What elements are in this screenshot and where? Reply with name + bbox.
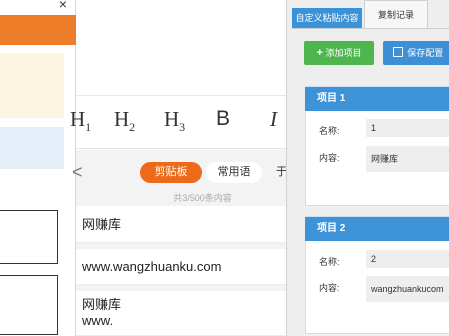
name-label: 名称:	[319, 126, 340, 136]
save-icon	[392, 47, 403, 57]
heading3-button[interactable]: H3	[164, 107, 185, 135]
tab-phrases[interactable]: 常用语	[206, 162, 262, 183]
name-label: 名称:	[319, 257, 340, 267]
list-item-text: www.	[82, 313, 114, 328]
list-item[interactable]: 网赚库 www.	[76, 291, 286, 336]
save-config-button[interactable]: 保存配置	[383, 41, 449, 65]
name-field[interactable]: 2	[366, 250, 449, 268]
list-item-text: www.wangzhuanku.com	[82, 259, 222, 274]
tab-history[interactable]: 复制记录	[364, 0, 428, 28]
list-item[interactable]: 网赚库	[76, 207, 286, 243]
heading2-button[interactable]: H2	[114, 107, 135, 135]
heading1-button[interactable]: H1	[70, 107, 91, 135]
content-field[interactable]: 网赚库	[366, 146, 449, 172]
left-input-box[interactable]	[0, 275, 58, 335]
list-item[interactable]: www.wangzhuanku.com	[76, 249, 286, 285]
add-project-button[interactable]: + 添加项目	[304, 41, 374, 65]
item-count: 共3/500条内容	[173, 193, 232, 203]
save-config-label: 保存配置	[407, 48, 444, 58]
content-field[interactable]: wangzhuankucom	[366, 276, 449, 302]
tab-custom-paste[interactable]: 自定义粘贴内容	[292, 8, 362, 28]
left-input-box[interactable]	[0, 210, 58, 264]
add-project-label: 添加项目	[325, 48, 362, 58]
list-item-text: 网赚库	[82, 297, 122, 312]
left-header-bar	[0, 15, 76, 45]
plus-icon: +	[316, 47, 323, 59]
list-item-text: 网赚库	[82, 217, 122, 232]
content-label: 内容:	[319, 153, 340, 163]
project-title: 项目 1	[305, 87, 449, 111]
back-arrow-icon[interactable]: <	[72, 162, 83, 183]
tab-divider	[292, 28, 449, 29]
bold-button[interactable]: B	[216, 107, 230, 131]
left-cream-panel	[0, 53, 64, 118]
italic-button[interactable]: I	[270, 107, 277, 132]
project-title: 项目 2	[305, 217, 449, 241]
editor-area[interactable]	[76, 0, 286, 95]
name-field[interactable]: 1	[366, 119, 449, 137]
tab-clipboard[interactable]: 剪贴板	[140, 162, 202, 183]
left-blue-panel	[0, 127, 64, 169]
content-label: 内容:	[319, 283, 340, 293]
close-icon[interactable]: ×	[56, 0, 70, 11]
